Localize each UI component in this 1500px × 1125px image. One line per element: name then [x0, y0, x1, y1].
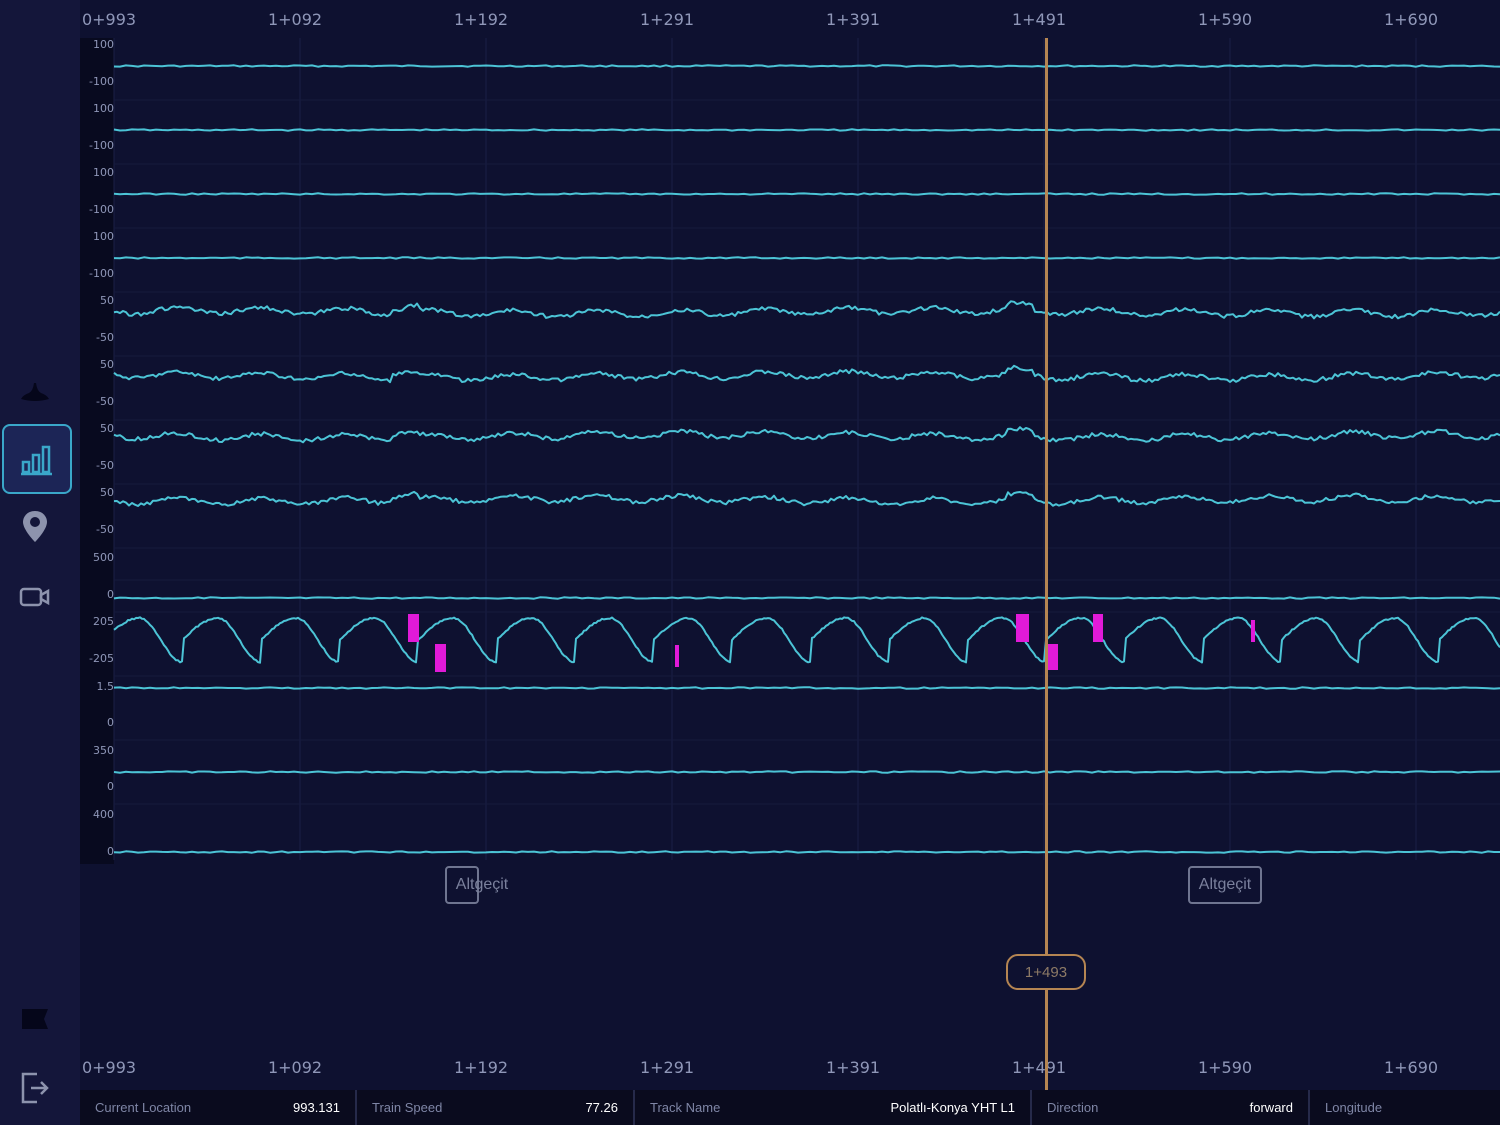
position-cursor-badge[interactable]: 1+493 [1006, 954, 1086, 990]
y-tick-label: 50 [100, 294, 114, 307]
train-speed-value: 77.26 [585, 1100, 618, 1115]
y-tick-label: -50 [96, 459, 114, 472]
channel-trace [113, 256, 1500, 260]
train-speed-label: Train Speed [372, 1100, 443, 1115]
exceedance-highlight [408, 614, 419, 642]
km-label: 1+291 [639, 10, 695, 29]
sidebar-item-flag[interactable] [2, 987, 68, 1053]
channel-trace [113, 300, 1500, 320]
channel-trace [113, 426, 1500, 444]
underpass-marker[interactable]: Altgeçit [1188, 866, 1262, 904]
km-label: 1+391 [825, 10, 881, 29]
y-tick-label: -100 [89, 139, 114, 152]
channel-trace [113, 850, 1500, 854]
track-name-value: Polatlı-Konya YHT L1 [890, 1100, 1015, 1115]
km-label: 1+590 [1197, 10, 1253, 29]
sidebar [0, 0, 80, 1125]
channel-trace [113, 596, 1500, 600]
track-name-label: Track Name [650, 1100, 721, 1115]
position-cursor-line[interactable] [1045, 38, 1048, 1090]
y-tick-label: 0 [107, 780, 114, 793]
y-tick-label: -100 [89, 267, 114, 280]
current-location-stat: Current Location 993.131 [80, 1090, 357, 1125]
y-tick-label: 0 [107, 716, 114, 729]
sidebar-item-hump[interactable] [2, 358, 68, 424]
km-label: 1+192 [453, 1058, 509, 1077]
y-tick-label: -50 [96, 523, 114, 536]
sidebar-item-video[interactable] [2, 564, 68, 630]
km-label: 1+491 [1011, 1058, 1067, 1077]
km-label: 1+092 [267, 10, 323, 29]
exceedance-highlight [675, 645, 679, 667]
km-label: 0+993 [81, 1058, 137, 1077]
km-label: 1+491 [1011, 10, 1067, 29]
channel-trace [113, 770, 1500, 774]
longitude-label: Longitude [1325, 1100, 1383, 1115]
direction-value: forward [1249, 1100, 1293, 1115]
y-tick-label: 50 [100, 486, 114, 499]
direction-label: Direction [1047, 1100, 1099, 1115]
km-label: 1+391 [825, 1058, 881, 1077]
y-tick-label: 0 [107, 588, 114, 601]
status-bar: Current Location 993.131 Train Speed 77.… [80, 1090, 1500, 1125]
flag-icon [22, 1009, 48, 1029]
km-label: 1+192 [453, 10, 509, 29]
y-tick-label: 350 [93, 744, 114, 757]
km-label: 1+291 [639, 1058, 695, 1077]
longitude-stat: Longitude [1310, 1090, 1500, 1125]
y-tick-label: 100 [93, 102, 114, 115]
km-label: 1+590 [1197, 1058, 1253, 1077]
y-tick-label: -205 [89, 652, 114, 665]
y-tick-label: 0 [107, 845, 114, 858]
y-tick-label: -100 [89, 75, 114, 88]
exceedance-highlight [1016, 614, 1029, 642]
current-location-label: Current Location [95, 1100, 192, 1115]
marker-label: Altgeçit [1198, 876, 1252, 893]
y-tick-label: 205 [93, 615, 114, 628]
channel-trace [113, 128, 1500, 132]
train-speed-stat: Train Speed 77.26 [357, 1090, 635, 1125]
y-tick-label: -50 [96, 395, 114, 408]
y-tick-label: -100 [89, 203, 114, 216]
logout-icon [21, 1072, 49, 1104]
direction-stat: Direction forward [1032, 1090, 1310, 1125]
y-tick-label: 100 [93, 230, 114, 243]
channel-trace [113, 64, 1500, 68]
sidebar-item-charts[interactable] [2, 424, 72, 494]
exceedance-highlight [1251, 620, 1255, 642]
km-label: 1+690 [1383, 10, 1439, 29]
exceedance-highlight [435, 644, 446, 672]
exceedance-highlight [1093, 614, 1103, 642]
channel-trace [113, 364, 1500, 384]
underpass-marker[interactable]: Altgeçit [445, 866, 508, 904]
y-tick-label: 100 [93, 166, 114, 179]
km-label: 0+993 [81, 10, 137, 29]
y-tick-label: 500 [93, 551, 114, 564]
channel-trace [113, 192, 1500, 196]
hump-icon [21, 383, 49, 401]
chart-canvas[interactable] [80, 0, 1500, 1090]
logout-button[interactable] [2, 1055, 68, 1121]
y-tick-label: -50 [96, 331, 114, 344]
y-tick-label: 100 [93, 38, 114, 51]
y-tick-label: 50 [100, 422, 114, 435]
marker-label: Altgeçit [455, 876, 509, 893]
channel-trace [113, 490, 1500, 507]
channel-trace [113, 686, 1500, 690]
y-tick-label: 1.5 [96, 680, 115, 693]
current-location-value: 993.131 [293, 1100, 340, 1115]
y-tick-label: 50 [100, 358, 114, 371]
location-pin-icon [23, 511, 47, 542]
bar-chart-icon [21, 445, 52, 476]
channel-trace [113, 616, 1500, 664]
track-name-stat: Track Name Polatlı-Konya YHT L1 [635, 1090, 1032, 1125]
km-label: 1+092 [267, 1058, 323, 1077]
sidebar-item-map[interactable] [2, 494, 68, 560]
y-tick-label: 400 [93, 808, 114, 821]
km-label: 1+690 [1383, 1058, 1439, 1077]
video-camera-icon [19, 587, 50, 607]
